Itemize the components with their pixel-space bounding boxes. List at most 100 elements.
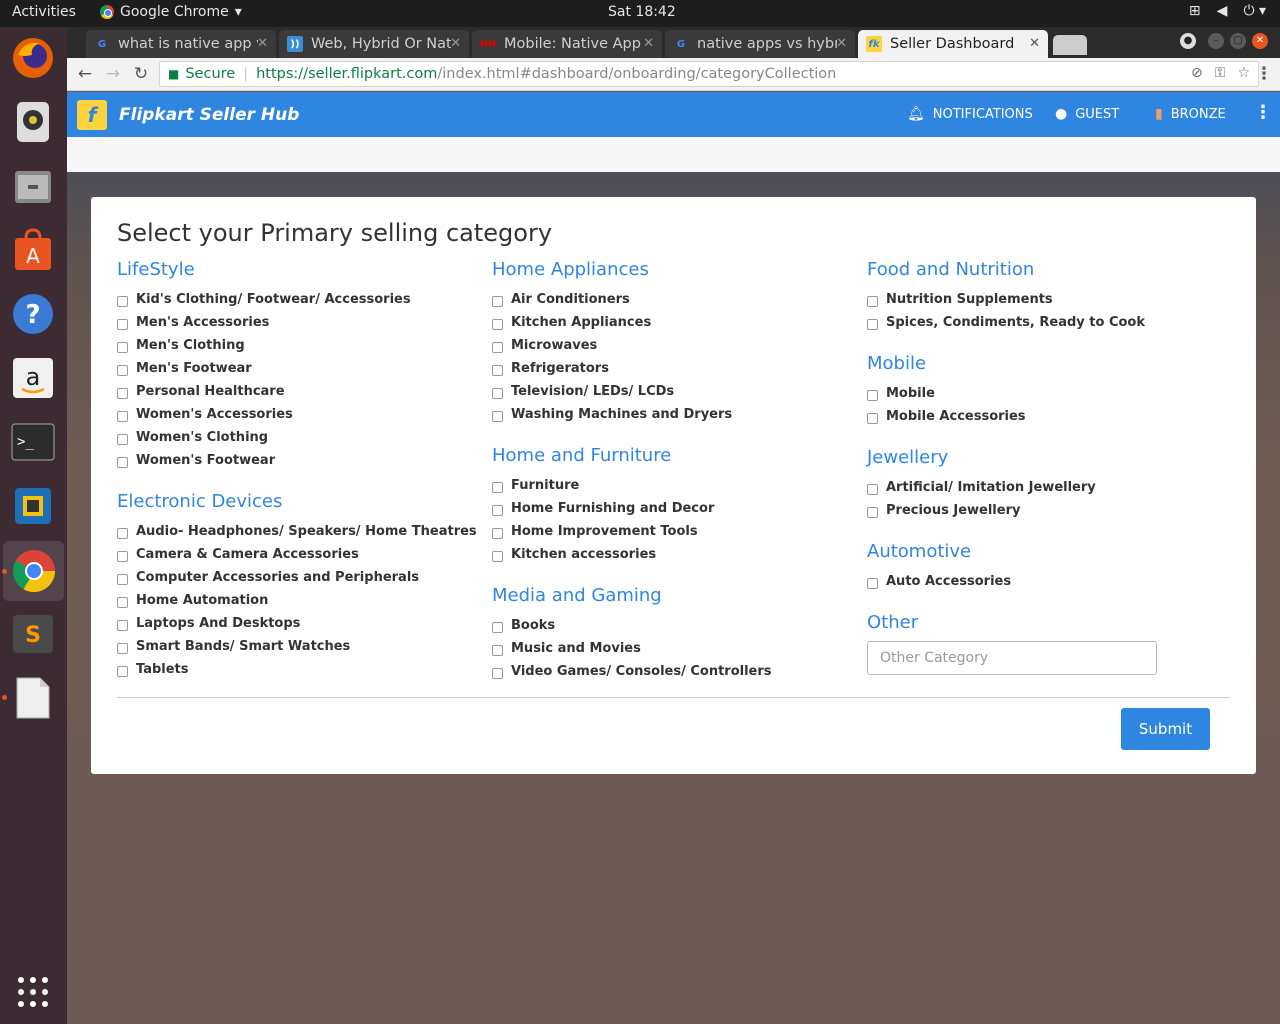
category-option[interactable]: Books — [492, 614, 852, 637]
category-option[interactable]: Tablets — [117, 658, 477, 681]
category-option[interactable]: Mobile Accessories — [867, 405, 1227, 428]
tab-mobile-native[interactable]: NN Mobile: Native App ✕ — [472, 30, 662, 58]
category-checkbox[interactable] — [867, 389, 878, 401]
category-option[interactable]: Audio- Headphones/ Speakers/ Home Theatr… — [117, 520, 477, 543]
category-option[interactable]: Television/ LEDs/ LCDs — [492, 380, 852, 403]
category-checkbox[interactable] — [492, 387, 503, 399]
amazon-launcher[interactable]: a — [8, 353, 58, 403]
category-option[interactable]: Artificial/ Imitation Jewellery — [867, 476, 1227, 499]
category-checkbox[interactable] — [117, 573, 128, 585]
activities-button[interactable]: Activities — [12, 4, 76, 20]
category-checkbox[interactable] — [867, 483, 878, 495]
back-button[interactable]: ← — [75, 64, 95, 84]
key-icon[interactable]: ⚿ — [1215, 65, 1226, 81]
category-option[interactable]: Home Automation — [117, 589, 477, 612]
category-checkbox[interactable] — [117, 527, 128, 539]
category-option[interactable]: Smart Bands/ Smart Watches — [117, 635, 477, 658]
tab-native-app[interactable]: G what is native app v ✕ — [86, 30, 276, 58]
category-checkbox[interactable] — [867, 318, 878, 330]
category-checkbox[interactable] — [117, 387, 128, 399]
category-option[interactable]: Computer Accessories and Peripherals — [117, 566, 477, 589]
guest-button[interactable]: ● GUEST — [1055, 106, 1119, 122]
category-checkbox[interactable] — [867, 412, 878, 424]
power-icon[interactable]: ⏻ ▾ — [1243, 3, 1266, 19]
category-checkbox[interactable] — [492, 644, 503, 656]
app-menu[interactable]: Google Chrome ▾ — [100, 4, 242, 20]
virtualbox-launcher[interactable] — [8, 481, 58, 531]
category-option[interactable]: Kitchen Appliances — [492, 311, 852, 334]
maximize-button[interactable]: □ — [1230, 33, 1246, 49]
forward-button[interactable]: → — [103, 64, 123, 84]
tab-seller-dashboard[interactable]: fk Seller Dashboard ✕ — [858, 30, 1048, 58]
document-launcher[interactable] — [8, 673, 58, 723]
close-icon[interactable]: ✕ — [643, 36, 654, 51]
category-checkbox[interactable] — [117, 596, 128, 608]
category-checkbox[interactable] — [117, 456, 128, 468]
help-launcher[interactable]: ? — [8, 289, 58, 339]
category-option[interactable]: Kitchen accessories — [492, 543, 852, 566]
category-option[interactable]: Microwaves — [492, 334, 852, 357]
category-checkbox[interactable] — [492, 667, 503, 679]
address-bar[interactable]: ■ Secure | https://seller.flipkart.com /… — [159, 61, 1259, 87]
category-option[interactable]: Camera & Camera Accessories — [117, 543, 477, 566]
category-checkbox[interactable] — [492, 550, 503, 562]
sublime-text-launcher[interactable]: S — [8, 609, 58, 659]
tab-web-hybrid[interactable]: )) Web, Hybrid Or Nat ✕ — [279, 30, 469, 58]
category-option[interactable]: Washing Machines and Dryers — [492, 403, 852, 426]
category-checkbox[interactable] — [492, 364, 503, 376]
category-checkbox[interactable] — [117, 619, 128, 631]
category-option[interactable]: Women's Clothing — [117, 426, 477, 449]
category-checkbox[interactable] — [117, 364, 128, 376]
category-checkbox[interactable] — [492, 621, 503, 633]
category-option[interactable]: Mobile — [867, 382, 1227, 405]
category-option[interactable]: Men's Accessories — [117, 311, 477, 334]
category-checkbox[interactable] — [867, 577, 878, 589]
category-option[interactable]: Home Furnishing and Decor — [492, 497, 852, 520]
show-applications-button[interactable] — [8, 967, 58, 1017]
software-center-launcher[interactable]: A — [8, 225, 58, 275]
files-launcher[interactable] — [8, 161, 58, 211]
notifications-button[interactable]: 🔔︎ NOTIFICATIONS — [907, 106, 1033, 122]
category-checkbox[interactable] — [867, 295, 878, 307]
terminal-launcher[interactable]: >_ — [8, 417, 58, 467]
rhythmbox-launcher[interactable] — [8, 97, 58, 147]
category-option[interactable]: Men's Footwear — [117, 357, 477, 380]
category-checkbox[interactable] — [117, 410, 128, 422]
submit-button[interactable]: Submit — [1121, 708, 1210, 750]
category-checkbox[interactable] — [492, 341, 503, 353]
category-checkbox[interactable] — [117, 433, 128, 445]
close-icon[interactable]: ✕ — [450, 36, 461, 51]
system-tray[interactable]: ⊞ ◀ ⏻ ▾ — [1189, 3, 1266, 19]
bookmark-star-icon[interactable]: ☆ — [1237, 65, 1250, 81]
category-option[interactable]: Precious Jewellery — [867, 499, 1227, 522]
minimize-button[interactable]: – — [1208, 33, 1224, 49]
category-option[interactable]: Personal Healthcare — [117, 380, 477, 403]
close-window-button[interactable]: ✕ — [1252, 33, 1268, 49]
category-checkbox[interactable] — [117, 642, 128, 654]
category-checkbox[interactable] — [492, 481, 503, 493]
category-option[interactable]: Home Improvement Tools — [492, 520, 852, 543]
close-icon[interactable]: ✕ — [257, 36, 268, 51]
other-category-input[interactable] — [867, 641, 1157, 675]
category-option[interactable]: Women's Accessories — [117, 403, 477, 426]
tab-native-vs-hybrid[interactable]: G native apps vs hybr ✕ — [665, 30, 855, 58]
category-checkbox[interactable] — [117, 295, 128, 307]
reload-button[interactable]: ↻ — [131, 64, 151, 84]
flipkart-logo-icon[interactable]: f — [77, 100, 107, 130]
category-option[interactable]: Auto Accessories — [867, 570, 1227, 593]
more-menu-icon[interactable]: ⋮ — [1254, 102, 1272, 123]
close-icon[interactable]: ✕ — [836, 36, 847, 51]
category-checkbox[interactable] — [867, 506, 878, 518]
network-icon[interactable]: ⊞ — [1189, 3, 1201, 19]
clock[interactable]: Sat 18:42 — [608, 4, 676, 20]
category-option[interactable]: Air Conditioners — [492, 288, 852, 311]
category-option[interactable]: Video Games/ Consoles/ Controllers — [492, 660, 852, 683]
category-option[interactable]: Men's Clothing — [117, 334, 477, 357]
profile-icon[interactable]: ● — [1180, 33, 1196, 49]
category-option[interactable]: Spices, Condiments, Ready to Cook — [867, 311, 1227, 334]
category-option[interactable]: Women's Footwear — [117, 449, 477, 472]
category-checkbox[interactable] — [117, 550, 128, 562]
category-checkbox[interactable] — [117, 665, 128, 677]
category-option[interactable]: Nutrition Supplements — [867, 288, 1227, 311]
category-checkbox[interactable] — [492, 527, 503, 539]
